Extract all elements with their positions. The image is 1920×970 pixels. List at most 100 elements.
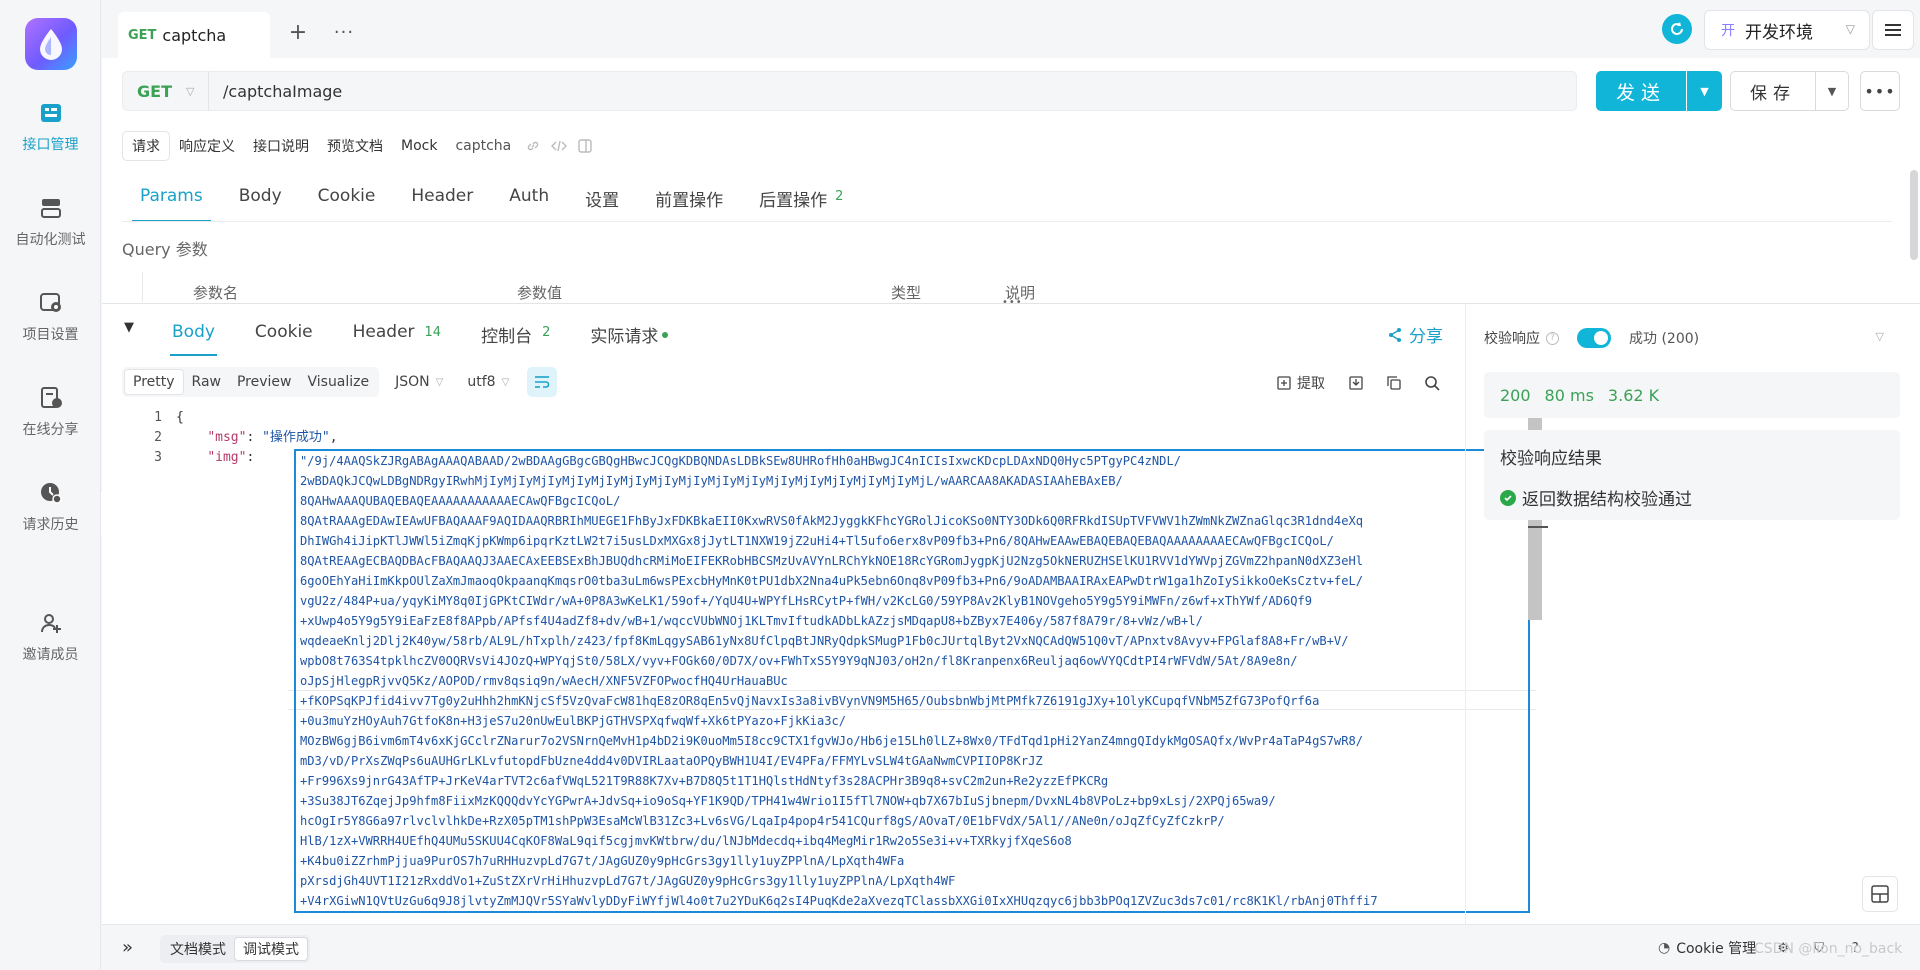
extract-label: 提取 (1297, 376, 1325, 392)
tab-body[interactable]: Body (221, 180, 300, 222)
project-settings-icon (38, 290, 64, 316)
chevron-down-icon[interactable]: ▽ (1876, 330, 1884, 343)
code-icon[interactable] (546, 133, 572, 159)
splitter-handle-icon[interactable]: ••• (1002, 297, 1023, 308)
line-number: 3 (154, 450, 162, 465)
base64-line: vgU2z/484P+ua/yqyKiMY8q0IjGPKtCIWdr/wA+0… (300, 594, 1313, 608)
view-mode-switch: 文档模式 调试模式 (160, 935, 310, 963)
tab-api-description[interactable]: 接口说明 (244, 131, 318, 161)
format-raw[interactable]: Raw (184, 369, 229, 395)
content-type-select[interactable]: JSON ▽ (395, 374, 443, 390)
send-button[interactable]: 发送 (1596, 71, 1686, 111)
doc-mode-button[interactable]: 文档模式 (162, 937, 234, 961)
base64-line: 8QAtRAAAgEDAwIEAwUFBAQAAAF9AQIDAAQRBRIhM… (300, 514, 1364, 528)
tab-pre-operations[interactable]: 前置操作 (637, 180, 741, 222)
tab-more-button[interactable]: ··· (330, 18, 358, 46)
rail-item-online-share[interactable]: 在线分享 (0, 385, 101, 461)
rail-item-automation[interactable]: 自动化测试 (0, 195, 101, 271)
base64-image-value-selection[interactable]: "/9j/4AAQSkZJRgABAgAAAQABAAD/2wBDAAgGBgc… (294, 449, 1530, 913)
debug-mode-button[interactable]: 调试模式 (234, 937, 308, 961)
response-tools: 提取 (1277, 371, 1461, 395)
rail-item-label: 在线分享 (22, 422, 79, 438)
response-stats: 200 80 ms 3.62 K (1484, 372, 1900, 418)
status-dot (662, 332, 669, 338)
share-button[interactable]: 分享 (1387, 322, 1443, 347)
collapse-response-button[interactable]: ▼ (124, 320, 134, 335)
more-actions-button[interactable]: ••• (1860, 71, 1900, 111)
tab-label: 控制台 (481, 327, 533, 347)
tab-label: 设置 (585, 191, 620, 211)
url-input[interactable]: /captchaImage (209, 82, 342, 101)
new-tab-button[interactable]: + (284, 18, 312, 46)
json-string: "操作成功" (262, 430, 330, 445)
save-dropdown-button[interactable]: ▼ (1815, 71, 1849, 111)
tab-response-cookie[interactable]: Cookie (235, 316, 333, 356)
method-select[interactable]: GET ▽ (123, 71, 209, 111)
expand-panel-icon[interactable]: » (122, 937, 133, 958)
verify-status-select[interactable]: 成功 (200) (1629, 328, 1699, 348)
wrap-lines-button[interactable] (527, 367, 558, 397)
layout-toggle-button[interactable] (1862, 876, 1898, 912)
tab-cookie[interactable]: Cookie (300, 180, 394, 222)
tab-response-definition[interactable]: 响应定义 (170, 131, 244, 161)
tab-console[interactable]: 控制台 2 (461, 316, 570, 356)
tab-settings[interactable]: 设置 (567, 180, 637, 222)
download-icon[interactable] (1347, 374, 1365, 392)
chevron-down-icon: ▼ (124, 320, 134, 335)
send-dropdown-button[interactable]: ▼ (1687, 71, 1722, 111)
base64-line: wpbO8t763S4tpklhcZV0OQRVsVi4JOzQ+WPYqjSt… (300, 654, 1298, 668)
verify-toggle[interactable] (1577, 328, 1611, 348)
code-line: { (176, 410, 184, 425)
link-icon[interactable] (520, 133, 546, 159)
app-logo[interactable] (25, 18, 77, 70)
tab-response-header[interactable]: Header 14 (333, 316, 461, 356)
tab-header[interactable]: Header (393, 180, 491, 222)
tab-post-operations[interactable]: 后置操作 2 (741, 180, 861, 222)
format-pretty[interactable]: Pretty (124, 369, 184, 395)
query-params-title: Query 参数 (122, 240, 208, 259)
rail-item-invite-member[interactable]: 邀请成员 (0, 610, 101, 686)
rail-item-api-management[interactable]: 接口管理 (0, 100, 101, 176)
environment-badge: 开 (1721, 23, 1735, 39)
tab-label: Header (352, 322, 415, 342)
format-visualize[interactable]: Visualize (299, 369, 377, 395)
environment-menu-button[interactable] (1872, 10, 1914, 50)
format-preview[interactable]: Preview (229, 369, 300, 395)
charset-select[interactable]: utf8 ▽ (467, 374, 509, 390)
column-header-value: 参数值 (517, 284, 563, 302)
tab-title: captcha (162, 25, 227, 45)
tab-response-body[interactable]: Body (152, 316, 235, 356)
tab-mock[interactable]: Mock (392, 131, 446, 161)
tab-auth[interactable]: Auth (491, 180, 567, 222)
format-tabs: Pretty Raw Preview Visualize (122, 367, 380, 397)
tab-preview-doc[interactable]: 预览文档 (318, 131, 392, 161)
content-type-value: JSON (395, 374, 430, 390)
tab-method-badge: GET (128, 27, 157, 43)
divider (122, 221, 1892, 222)
copy-icon[interactable] (1385, 374, 1403, 392)
sync-button[interactable] (1662, 14, 1692, 44)
tab-params[interactable]: Params (122, 180, 221, 222)
page-scrollbar[interactable] (1910, 170, 1918, 260)
rail-item-project-settings[interactable]: 项目设置 (0, 290, 101, 366)
environment-select[interactable]: 开 开发环境 ▽ (1704, 10, 1870, 50)
invite-member-icon (38, 610, 64, 636)
save-button[interactable]: 保存 (1730, 71, 1816, 111)
base64-line: +Fr996Xs9jnrG43AfTP+JrKeV4arTVT2c6afVWqL… (300, 774, 1109, 788)
droplet-icon (40, 29, 62, 60)
extract-button[interactable]: 提取 (1277, 373, 1325, 393)
hamburger-icon (1885, 24, 1901, 36)
rail-item-history[interactable]: 请求历史 (0, 480, 101, 556)
cookie-manager-button[interactable]: Cookie 管理 (1676, 938, 1756, 958)
tab-request[interactable]: 请求 (122, 131, 170, 161)
search-icon[interactable] (1423, 374, 1441, 392)
automation-icon (38, 195, 64, 221)
rail-item-label: 请求历史 (22, 517, 79, 533)
tab-actual-request[interactable]: 实际请求 (570, 316, 688, 356)
help-icon[interactable]: ? (1546, 331, 1559, 345)
panel-icon[interactable] (572, 133, 598, 159)
open-tab-captcha[interactable]: GET captcha (118, 12, 270, 58)
doc-mode-tabs: 请求 响应定义 接口说明 预览文档 Mock captcha (122, 131, 598, 161)
response-size: 3.62 K (1607, 385, 1660, 405)
base64-line: wqdeaeKnlj2Dlj2K40yw/58rb/AL9L/hTxplh/z4… (300, 634, 1349, 648)
